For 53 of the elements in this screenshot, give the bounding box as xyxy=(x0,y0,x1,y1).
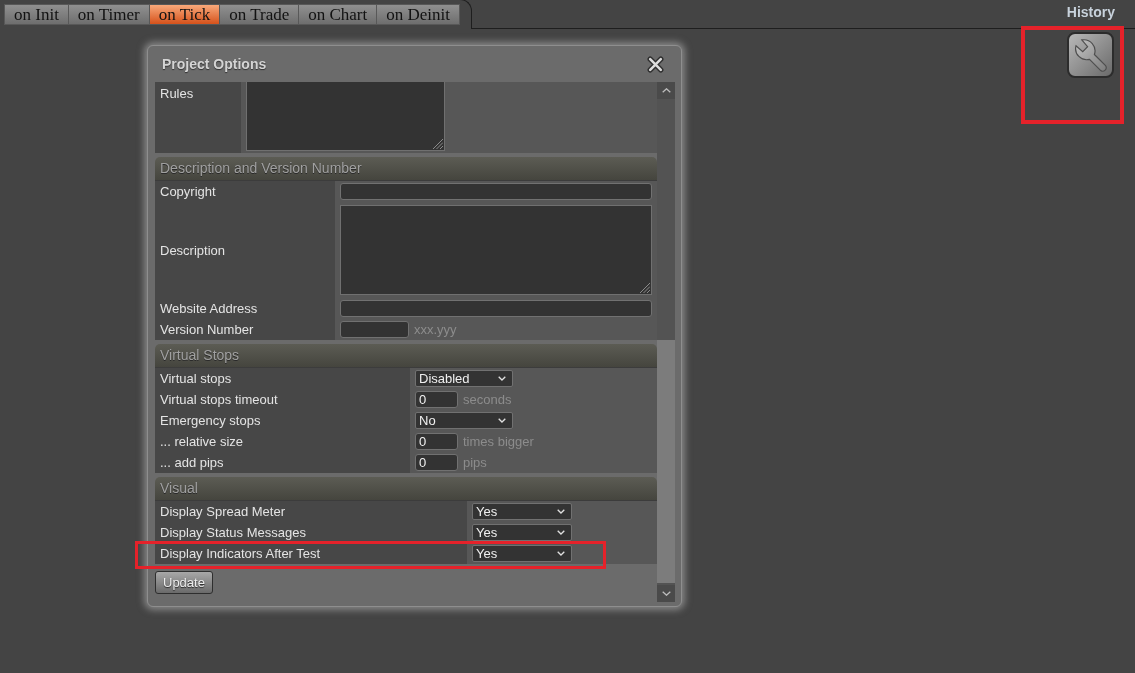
field-label: Emergency stops xyxy=(160,413,261,428)
field-label: Virtual stops xyxy=(160,371,232,386)
scrollbar[interactable] xyxy=(657,82,675,602)
field-label: Display Indicators After Test xyxy=(160,546,321,561)
chevron-down-icon xyxy=(557,530,565,535)
field-label: Website Address xyxy=(160,301,258,316)
field-label: Display Status Messages xyxy=(160,525,306,540)
dropdown[interactable]: Yes xyxy=(472,503,572,520)
tab[interactable]: on Chart xyxy=(299,4,378,25)
dialog-title: Project Options xyxy=(162,56,267,72)
input-field[interactable] xyxy=(340,183,652,200)
settings-button[interactable] xyxy=(1067,32,1114,78)
close-icon[interactable] xyxy=(647,55,664,73)
input-field[interactable] xyxy=(340,321,409,338)
field-label: ... relative size xyxy=(160,434,244,449)
resize-grip-icon[interactable] xyxy=(433,139,443,149)
dropdown[interactable]: Disabled xyxy=(415,370,513,387)
dropdown[interactable]: Yes xyxy=(472,524,572,541)
dropdown[interactable]: Yes xyxy=(472,545,572,562)
chevron-up-icon xyxy=(661,88,671,93)
wrench-icon xyxy=(1073,38,1108,72)
scroll-down-button[interactable] xyxy=(657,585,675,602)
field-label: Description xyxy=(160,242,226,258)
input-field[interactable] xyxy=(340,300,652,317)
input-field[interactable]: 0 xyxy=(415,454,458,471)
section-header: Description and Version Number xyxy=(155,157,657,181)
chevron-down-icon xyxy=(557,509,565,514)
history-title: History xyxy=(1066,4,1115,20)
field-label: Virtual stops timeout xyxy=(160,392,278,407)
tab[interactable]: on Timer xyxy=(68,4,150,25)
text-area[interactable] xyxy=(246,82,445,151)
chevron-down-icon xyxy=(661,591,671,596)
text-area[interactable] xyxy=(340,205,652,295)
input-field[interactable]: 0 xyxy=(415,433,458,450)
field-label: ... add pips xyxy=(160,455,224,470)
tab[interactable]: on Trade xyxy=(220,4,300,25)
field-label: Copyright xyxy=(160,184,216,199)
tab[interactable]: on Deinit xyxy=(377,4,460,25)
section-header: Visual xyxy=(155,477,657,501)
chevron-down-icon xyxy=(498,418,506,423)
input-field[interactable]: 0 xyxy=(415,391,458,408)
section-header: Virtual Stops xyxy=(155,344,657,368)
tab[interactable]: on Tick xyxy=(149,4,221,25)
chevron-down-icon xyxy=(557,551,565,556)
tab[interactable]: on Init xyxy=(4,4,69,25)
dropdown[interactable]: No xyxy=(415,412,513,429)
chevron-down-icon xyxy=(498,376,506,381)
field-label: Display Spread Meter xyxy=(160,504,285,519)
scroll-up-button[interactable] xyxy=(657,82,675,99)
field-label: Version Number xyxy=(160,322,254,337)
scrollbar-thumb[interactable] xyxy=(657,340,675,583)
resize-grip-icon[interactable] xyxy=(640,283,650,293)
field-label: Rules xyxy=(160,86,194,101)
